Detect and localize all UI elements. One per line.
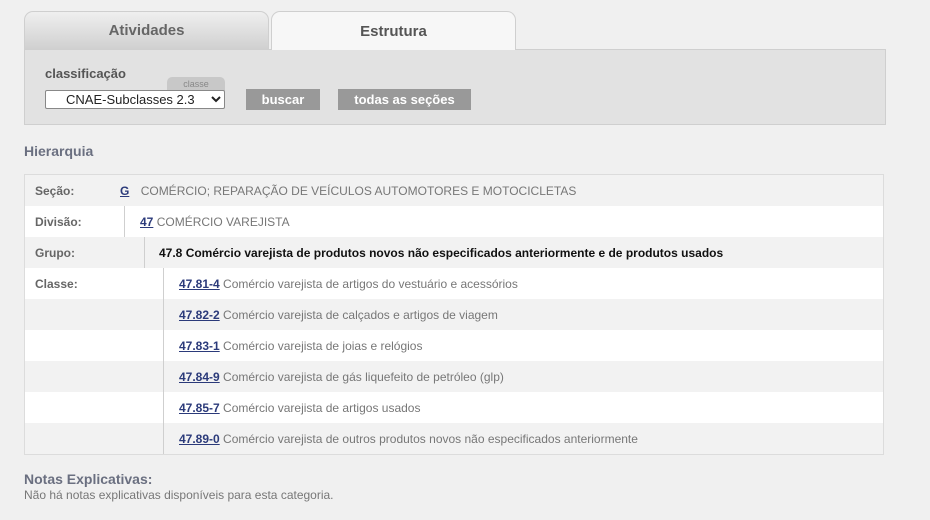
tab-atividades[interactable]: Atividades <box>24 11 269 49</box>
search-panel: classificação classe CNAE-Subclasses 2.3… <box>24 49 886 125</box>
buscar-button[interactable]: buscar <box>246 89 320 110</box>
divisao-desc: COMÉRCIO VAREJISTA <box>156 215 290 229</box>
tree-connector <box>163 268 164 454</box>
row-divisao: Divisão: 47 COMÉRCIO VAREJISTA <box>25 206 883 237</box>
classe-desc: Comércio varejista de calçados e artigos… <box>223 308 498 322</box>
classe-desc: Comércio varejista de joias e relógios <box>223 339 423 353</box>
row-classe: 47.85-7 Comércio varejista de artigos us… <box>25 392 883 423</box>
row-classe: 47.84-9 Comércio varejista de gás liquef… <box>25 361 883 392</box>
secao-desc: COMÉRCIO; REPARAÇÃO DE VEÍCULOS AUTOMOTO… <box>140 184 577 198</box>
hierarchy-title: Hierarquia <box>24 143 94 159</box>
classe-desc: Comércio varejista de artigos do vestuár… <box>223 277 518 291</box>
row-grupo: Grupo: 47.8 Comércio varejista de produt… <box>25 237 883 268</box>
row-classe: 47.89-0 Comércio varejista de outros pro… <box>25 423 883 454</box>
classe-label: Classe: <box>35 277 78 291</box>
classe-code-link[interactable]: 47.89-0 <box>179 432 220 446</box>
select-tag: classe <box>167 77 225 91</box>
row-classe: 47.83-1 Comércio varejista de joias e re… <box>25 330 883 361</box>
classe-code-link[interactable]: 47.83-1 <box>179 339 220 353</box>
classe-desc: Comércio varejista de gás liquefeito de … <box>223 370 504 384</box>
todas-secoes-button[interactable]: todas as seções <box>338 89 471 110</box>
row-classe: Classe: 47.81-4 Comércio varejista de ar… <box>25 268 883 299</box>
grupo-label: Grupo: <box>35 246 75 260</box>
divisao-code-link[interactable]: 47 <box>140 215 153 229</box>
secao-label: Seção: <box>35 184 75 198</box>
divisao-label: Divisão: <box>35 215 82 229</box>
tab-estrutura[interactable]: Estrutura <box>271 11 516 50</box>
classe-code-link[interactable]: 47.84-9 <box>179 370 220 384</box>
row-classe: 47.82-2 Comércio varejista de calçados e… <box>25 299 883 330</box>
tab-bar: Atividades Estrutura <box>24 11 524 50</box>
classe-desc: Comércio varejista de artigos usados <box>223 401 421 415</box>
classe-code-link[interactable]: 47.82-2 <box>179 308 220 322</box>
classe-code-link[interactable]: 47.85-7 <box>179 401 220 415</box>
classe-code-link[interactable]: 47.81-4 <box>179 277 220 291</box>
classe-desc: Comércio varejista de outros produtos no… <box>223 432 638 446</box>
classification-select[interactable]: CNAE-Subclasses 2.3 <box>45 90 225 109</box>
classification-label: classificação <box>45 66 126 81</box>
tree-connector <box>124 206 125 237</box>
secao-code-link[interactable]: G <box>120 184 129 198</box>
notes-title: Notas Explicativas: <box>24 471 153 487</box>
notes-text: Não há notas explicativas disponíveis pa… <box>24 488 334 502</box>
tree-connector <box>144 237 145 268</box>
hierarchy-table: Seção: G COMÉRCIO; REPARAÇÃO DE VEÍCULOS… <box>24 174 884 455</box>
row-secao: Seção: G COMÉRCIO; REPARAÇÃO DE VEÍCULOS… <box>25 175 883 206</box>
grupo-text: 47.8 Comércio varejista de produtos novo… <box>159 246 724 260</box>
